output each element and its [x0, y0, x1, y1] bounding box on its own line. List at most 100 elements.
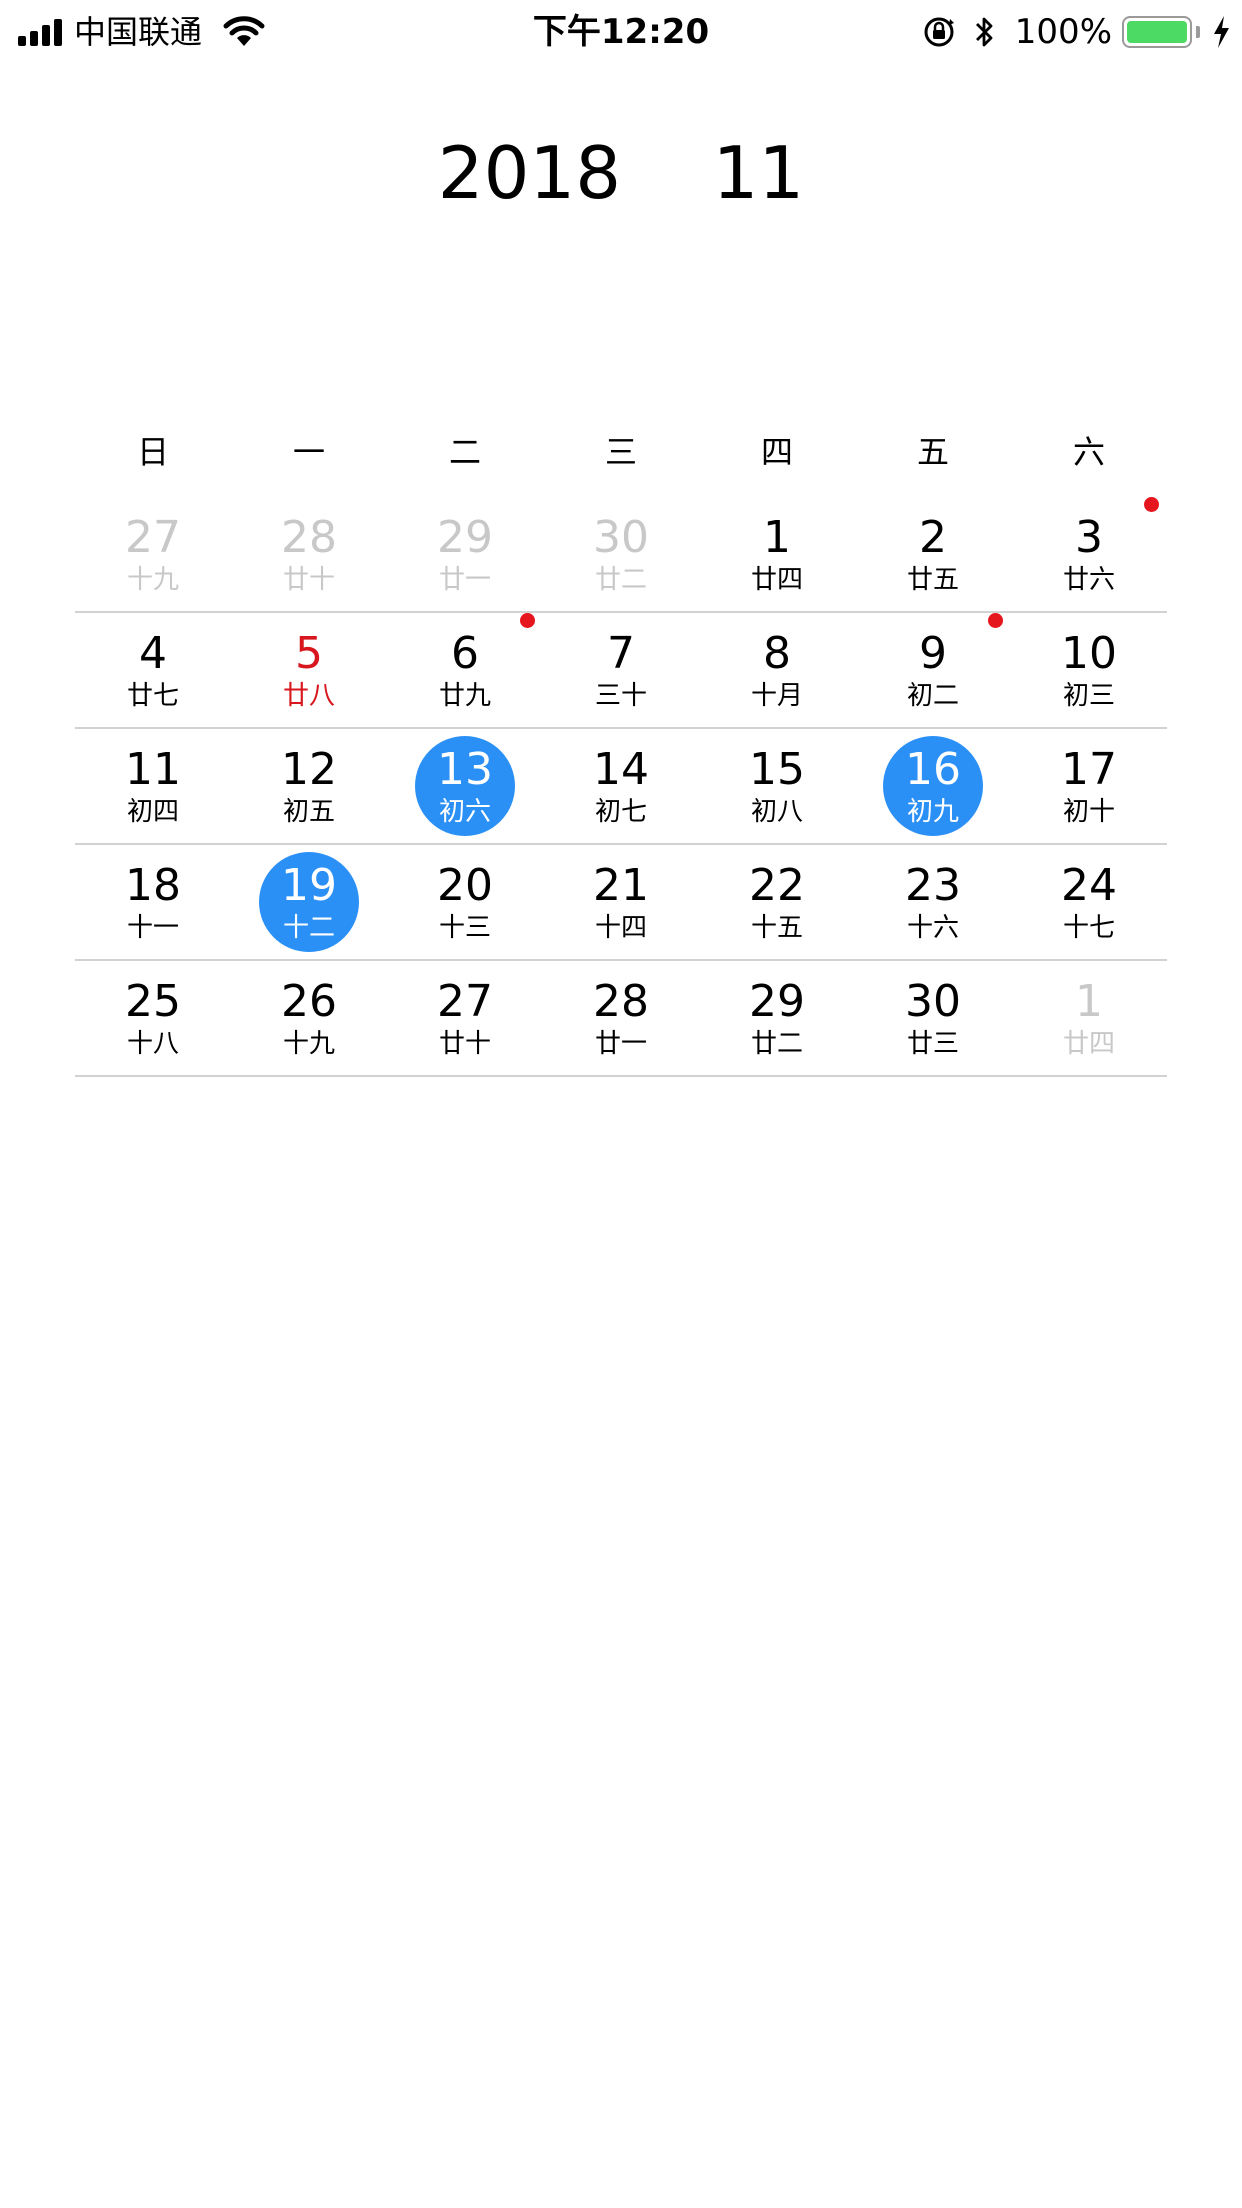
- day-number: 29: [437, 512, 493, 563]
- lunar-date: 十七: [1062, 913, 1115, 943]
- day-cell[interactable]: 14 初七: [543, 729, 699, 843]
- lunar-date: 十四: [594, 913, 647, 943]
- orientation-lock-icon: [924, 17, 954, 47]
- event-dot-icon: [1144, 497, 1159, 512]
- day-number: 4: [139, 628, 167, 679]
- lunar-date: 廿六: [1062, 565, 1115, 595]
- day-number: 19: [281, 860, 337, 911]
- weekday-label: 日: [136, 433, 169, 471]
- day-cell[interactable]: 3 廿六: [1011, 497, 1167, 611]
- weekday-header: 日 一 二 三 四 五 六: [75, 424, 1167, 480]
- day-number: 13: [437, 744, 493, 795]
- lunar-date: 十二: [282, 913, 335, 943]
- event-dot-icon: [988, 613, 1003, 628]
- lunar-date: 廿一: [438, 565, 491, 595]
- day-cell[interactable]: 5 廿八: [231, 613, 387, 727]
- week-row: 25 十八 26 十九 27 廿十 28 廿一 29 廿二 30 廿三 1 廿四: [75, 961, 1167, 1077]
- day-number: 18: [125, 860, 181, 911]
- day-cell[interactable]: 22 十五: [699, 845, 855, 959]
- day-cell[interactable]: 4 廿七: [75, 613, 231, 727]
- day-number: 28: [593, 976, 649, 1027]
- day-cell[interactable]: 23 十六: [855, 845, 1011, 959]
- week-row: 18 十一 19 十二 20 十三 21 十四 22 十五 23 十六 24 十七: [75, 845, 1167, 961]
- day-cell[interactable]: 8 十月: [699, 613, 855, 727]
- lunar-date: 廿四: [750, 565, 803, 595]
- day-cell[interactable]: 27 十九: [75, 497, 231, 611]
- lunar-date: 廿二: [750, 1029, 803, 1059]
- lunar-date: 廿二: [594, 565, 647, 595]
- lunar-date: 廿四: [1062, 1029, 1115, 1059]
- day-cell[interactable]: 16 初九: [855, 729, 1011, 843]
- day-cell[interactable]: 15 初八: [699, 729, 855, 843]
- lunar-date: 初八: [750, 797, 803, 827]
- day-cell[interactable]: 13 初六: [387, 729, 543, 843]
- lunar-date: 廿八: [282, 681, 335, 711]
- day-number: 17: [1061, 744, 1117, 795]
- day-number: 9: [919, 628, 947, 679]
- day-cell[interactable]: 11 初四: [75, 729, 231, 843]
- day-cell[interactable]: 25 十八: [75, 961, 231, 1075]
- status-bar: 中国联通 下午12:20 100%: [0, 0, 1242, 62]
- battery-fill: [1127, 21, 1187, 43]
- day-cell[interactable]: 10 初三: [1011, 613, 1167, 727]
- day-cell[interactable]: 1 廿四: [1011, 961, 1167, 1075]
- day-number: 8: [763, 628, 791, 679]
- day-number: 15: [749, 744, 805, 795]
- lunar-date: 初九: [906, 797, 959, 827]
- day-cell[interactable]: 6 廿九: [387, 613, 543, 727]
- day-cell[interactable]: 30 廿三: [855, 961, 1011, 1075]
- weekday-label: 六: [1072, 433, 1105, 471]
- day-number: 20: [437, 860, 493, 911]
- day-number: 16: [905, 744, 961, 795]
- status-right: 100%: [921, 10, 1232, 54]
- day-cell[interactable]: 29 廿一: [387, 497, 543, 611]
- day-cell[interactable]: 29 廿二: [699, 961, 855, 1075]
- day-cell[interactable]: 7 三十: [543, 613, 699, 727]
- day-cell[interactable]: 17 初十: [1011, 729, 1167, 843]
- day-cell[interactable]: 24 十七: [1011, 845, 1167, 959]
- day-cell[interactable]: 28 廿十: [231, 497, 387, 611]
- lunar-date: 十六: [906, 913, 959, 943]
- week-row: 4 廿七 5 廿八 6 廿九 7 三十 8 十月 9 初二 10 初三: [75, 613, 1167, 729]
- lunar-date: 十九: [126, 565, 179, 595]
- day-cell[interactable]: 26 十九: [231, 961, 387, 1075]
- lunar-date: 十月: [750, 681, 803, 711]
- day-cell[interactable]: 12 初五: [231, 729, 387, 843]
- day-cell[interactable]: 28 廿一: [543, 961, 699, 1075]
- lunar-date: 初四: [126, 797, 179, 827]
- week-row: 11 初四 12 初五 13 初六 14 初七 15 初八 16 初九 17 初十: [75, 729, 1167, 845]
- bluetooth-icon: [975, 17, 993, 47]
- lunar-date: 廿一: [594, 1029, 647, 1059]
- day-cell[interactable]: 30 廿二: [543, 497, 699, 611]
- lunar-date: 廿五: [906, 565, 959, 595]
- day-number: 6: [451, 628, 479, 679]
- day-number: 1: [1075, 976, 1103, 1027]
- lunar-date: 初五: [282, 797, 335, 827]
- day-cell[interactable]: 1 廿四: [699, 497, 855, 611]
- lunar-date: 初三: [1062, 681, 1115, 711]
- day-number: 12: [281, 744, 337, 795]
- day-cell[interactable]: 21 十四: [543, 845, 699, 959]
- lunar-date: 廿十: [282, 565, 335, 595]
- day-number: 23: [905, 860, 961, 911]
- week-row: 27 十九 28 廿十 29 廿一 30 廿二 1 廿四 2 廿五 3 廿六: [75, 497, 1167, 613]
- weekday-label: 四: [760, 433, 793, 471]
- day-number: 29: [749, 976, 805, 1027]
- day-cell[interactable]: 27 廿十: [387, 961, 543, 1075]
- day-cell[interactable]: 19 十二: [231, 845, 387, 959]
- day-number: 1: [763, 512, 791, 563]
- day-cell[interactable]: 9 初二: [855, 613, 1011, 727]
- battery-icon: [1122, 16, 1192, 48]
- lunar-date: 初七: [594, 797, 647, 827]
- lunar-date: 廿十: [438, 1029, 491, 1059]
- lunar-date: 廿三: [906, 1029, 959, 1059]
- lunar-date: 初六: [438, 797, 491, 827]
- day-number: 25: [125, 976, 181, 1027]
- lunar-date: 十三: [438, 913, 491, 943]
- calendar-grid: 27 十九 28 廿十 29 廿一 30 廿二 1 廿四 2 廿五 3 廿六 4 廿七 5 廿八 6 廿九 7 三十 8 十月…: [75, 497, 1167, 1077]
- day-cell[interactable]: 2 廿五: [855, 497, 1011, 611]
- day-number: 30: [905, 976, 961, 1027]
- battery-nub: [1196, 26, 1200, 38]
- day-cell[interactable]: 18 十一: [75, 845, 231, 959]
- day-cell[interactable]: 20 十三: [387, 845, 543, 959]
